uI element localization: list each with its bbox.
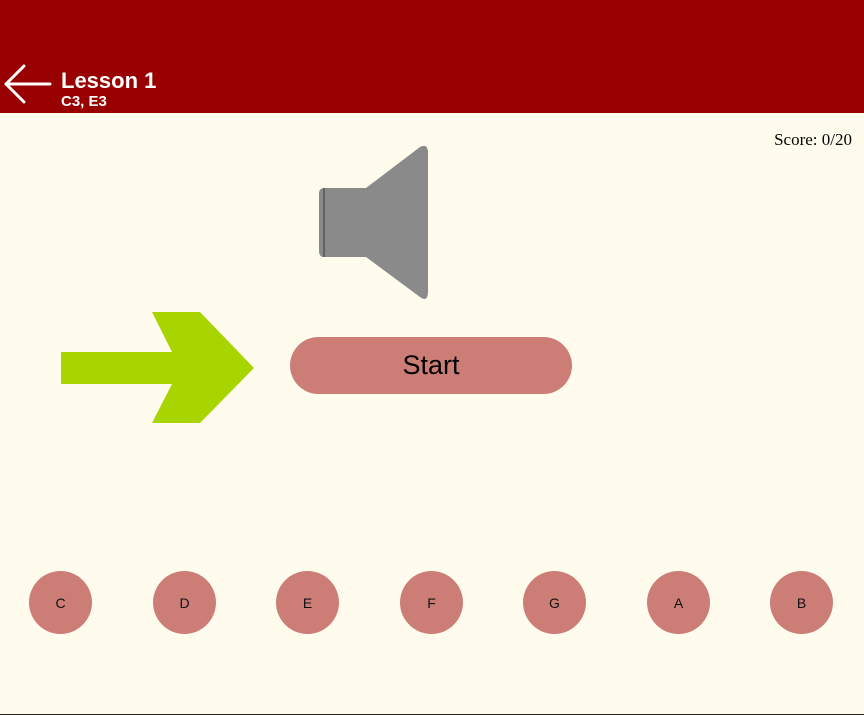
speaker-icon [319,145,428,299]
note-button-e[interactable]: E [276,571,339,634]
title-block: Lesson 1 C3, E3 [61,68,156,110]
note-button-c[interactable]: C [29,571,92,634]
lesson-screen: Lesson 1 C3, E3 Score: 0/20 Start C D E … [0,0,864,715]
play-sound-button[interactable] [316,143,432,303]
note-button-a[interactable]: A [647,571,710,634]
note-button-b[interactable]: B [770,571,833,634]
note-button-d[interactable]: D [153,571,216,634]
arrow-left-icon [4,64,52,104]
lesson-title: Lesson 1 [61,68,157,93]
back-button[interactable] [2,64,52,104]
note-button-g[interactable]: G [523,571,586,634]
arrow-right-icon [60,311,256,425]
header-bar: Lesson 1 C3, E3 [0,0,864,113]
score-label: Score: [774,130,822,149]
start-button[interactable]: Start [290,337,572,394]
score-value: 0/20 [821,130,852,149]
lesson-subtitle: C3, E3 [61,93,107,110]
note-button-f[interactable]: F [400,571,463,634]
score-display: Score: 0/20 [774,130,852,150]
